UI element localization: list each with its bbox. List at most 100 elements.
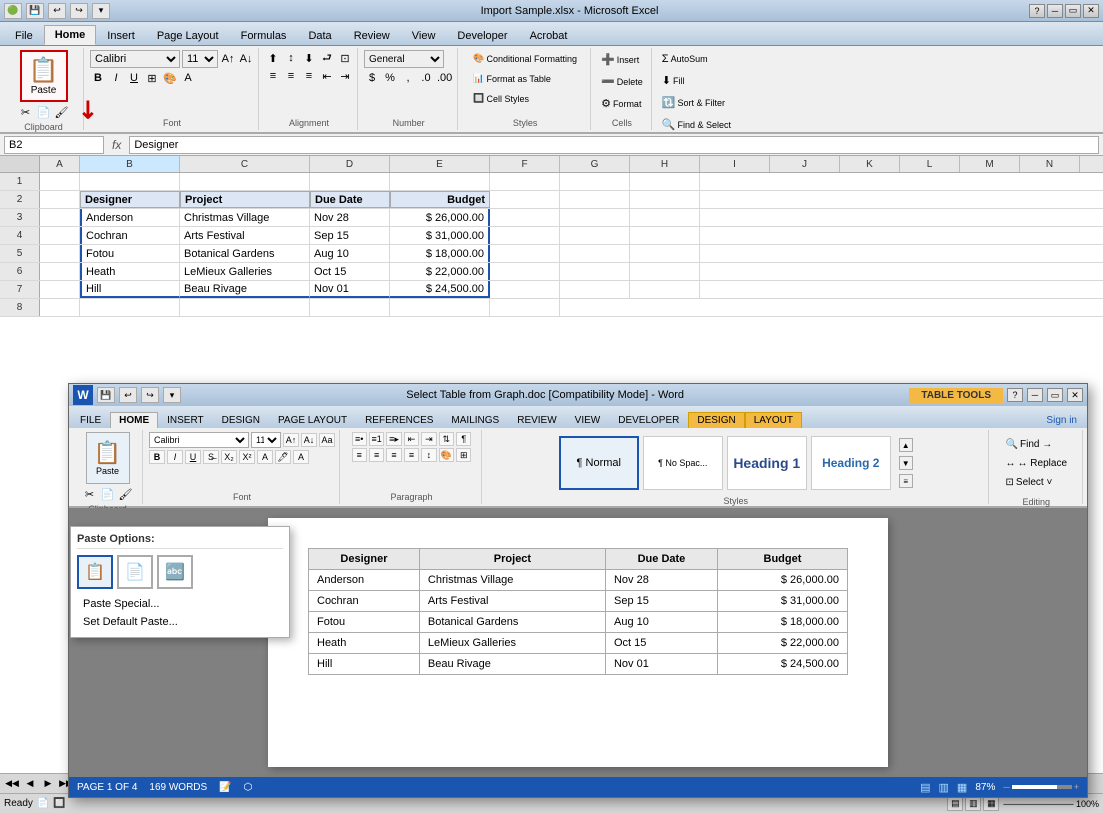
excel-find-select-btn[interactable]: 🔍 Find & Select <box>658 115 735 134</box>
excel-cell-d7[interactable]: Nov 01 <box>310 281 390 298</box>
word-italic-btn[interactable]: I <box>167 450 183 464</box>
excel-col-h-header[interactable]: H <box>630 156 700 172</box>
excel-cell-g1[interactable] <box>560 173 630 190</box>
excel-col-k-header[interactable]: K <box>840 156 900 172</box>
excel-minimize-btn[interactable]: ─ <box>1047 4 1063 18</box>
excel-cell-f1[interactable] <box>490 173 560 190</box>
word-align-left-btn[interactable]: ≡ <box>352 448 367 462</box>
word-tab-design2[interactable]: DESIGN <box>688 412 744 428</box>
excel-col-l-header[interactable]: L <box>900 156 960 172</box>
excel-tab-review[interactable]: Review <box>343 26 401 45</box>
word-tab-insert[interactable]: INSERT <box>158 412 213 428</box>
excel-cell-e8[interactable] <box>390 299 490 316</box>
excel-cell-h3[interactable] <box>630 209 700 226</box>
excel-font-select[interactable]: Calibri <box>90 50 180 68</box>
excel-cell-e6[interactable]: $ 22,000.00 <box>390 263 490 280</box>
excel-cell-e4[interactable]: $ 31,000.00 <box>390 227 490 244</box>
word-tab-design[interactable]: DESIGN <box>213 412 269 428</box>
excel-col-j-header[interactable]: J <box>770 156 840 172</box>
excel-redo-btn[interactable]: ↪ <box>70 3 88 19</box>
excel-tab-formulas[interactable]: Formulas <box>230 26 298 45</box>
excel-cell-d8[interactable] <box>310 299 390 316</box>
excel-cell-g2[interactable] <box>560 191 630 208</box>
word-zoom-slider[interactable]: ─ + <box>1003 782 1079 792</box>
excel-insert-btn[interactable]: ➕ Insert <box>597 50 647 69</box>
excel-fontsize-select[interactable]: 11 <box>182 50 218 68</box>
excel-fill-btn[interactable]: ⬇ Fill <box>658 71 735 90</box>
excel-dollar-btn[interactable]: $ <box>364 70 380 86</box>
excel-cell-e5[interactable]: $ 18,000.00 <box>390 245 490 262</box>
word-replace-btn[interactable]: ↔ ↔ Replace <box>999 455 1074 472</box>
excel-cell-h5[interactable] <box>630 245 700 262</box>
excel-cell-g3[interactable] <box>560 209 630 226</box>
excel-tab-pagelayout[interactable]: Page Layout <box>146 26 230 45</box>
excel-cell-f2[interactable] <box>490 191 560 208</box>
excel-col-i-header[interactable]: I <box>700 156 770 172</box>
excel-restore-btn[interactable]: ▭ <box>1065 4 1081 18</box>
word-zoom-bar[interactable] <box>1012 785 1072 789</box>
excel-help-btn[interactable]: ? <box>1029 4 1045 18</box>
excel-cell-c5[interactable]: Botanical Gardens <box>180 245 310 262</box>
excel-cell-a2[interactable] <box>40 191 80 208</box>
word-copy-btn[interactable]: 📄 <box>100 486 116 502</box>
excel-cell-a7[interactable] <box>40 281 80 298</box>
excel-copy-btn[interactable]: 📄 <box>36 104 52 120</box>
excel-cell-b8[interactable] <box>80 299 180 316</box>
word-find-btn[interactable]: 🔍 Find → <box>999 436 1074 453</box>
word-style-h2[interactable]: Heading 2 <box>811 436 891 490</box>
word-select-btn[interactable]: ⊡ Select ˅ <box>999 474 1074 491</box>
excel-col-c-header[interactable]: C <box>180 156 310 172</box>
excel-cell-c1[interactable] <box>180 173 310 190</box>
word-tab-mailings[interactable]: MAILINGS <box>442 412 508 428</box>
excel-cell-c6[interactable]: LeMieux Galleries <box>180 263 310 280</box>
word-bullets-btn[interactable]: ≡• <box>352 432 367 446</box>
excel-cell-d2[interactable]: Due Date <box>310 191 390 208</box>
word-zoom-plus[interactable]: + <box>1074 782 1079 792</box>
excel-indent-inc-btn[interactable]: ⇥ <box>337 68 353 84</box>
paste-merge-formatting-btn[interactable]: 📄 <box>117 555 153 589</box>
excel-col-b-header[interactable]: B <box>80 156 180 172</box>
excel-cell-a6[interactable] <box>40 263 80 280</box>
excel-customize-btn[interactable]: ▾ <box>92 3 110 19</box>
excel-layout-view-btn[interactable]: ▥ <box>965 797 981 811</box>
excel-tab-view[interactable]: View <box>401 26 447 45</box>
word-save-btn[interactable]: 💾 <box>97 387 115 403</box>
word-style-no-spacing[interactable]: ¶ No Spac... <box>643 436 723 490</box>
excel-tab-insert[interactable]: Insert <box>96 26 146 45</box>
word-decrease-indent-btn[interactable]: ⇤ <box>404 432 419 446</box>
word-help-btn[interactable]: ? <box>1007 388 1023 402</box>
excel-tab-home[interactable]: Home <box>44 25 97 45</box>
word-styles-scroll-down[interactable]: ▼ <box>899 456 913 470</box>
word-shading-btn[interactable]: 🎨 <box>439 448 454 462</box>
word-fontsize-select[interactable]: 11 <box>251 432 281 448</box>
excel-cell-g7[interactable] <box>560 281 630 298</box>
word-superscript-btn[interactable]: X² <box>239 450 255 464</box>
excel-delete-btn[interactable]: ➖ Delete <box>597 72 647 91</box>
excel-cell-g6[interactable] <box>560 263 630 280</box>
excel-percent-btn[interactable]: % <box>382 70 398 86</box>
word-tab-pagelayout[interactable]: PAGE LAYOUT <box>269 412 356 428</box>
excel-underline-btn[interactable]: U <box>126 70 142 86</box>
excel-align-top-btn[interactable]: ⬆ <box>265 50 281 66</box>
excel-increase-font-btn[interactable]: A↑ <box>220 51 236 67</box>
word-font-color-btn[interactable]: A <box>293 450 309 464</box>
word-subscript-btn[interactable]: X₂ <box>221 450 237 464</box>
excel-format-btn[interactable]: ⚙ Format <box>597 94 647 113</box>
excel-number-format-select[interactable]: General <box>364 50 444 68</box>
excel-cell-h1[interactable] <box>630 173 700 190</box>
excel-col-e-header[interactable]: E <box>390 156 490 172</box>
excel-cell-h2[interactable] <box>630 191 700 208</box>
word-align-right-btn[interactable]: ≡ <box>386 448 401 462</box>
excel-save-btn[interactable]: 💾 <box>26 3 44 19</box>
word-bold-btn[interactable]: B <box>149 450 165 464</box>
excel-cell-styles-btn[interactable]: 🔲 Cell Styles <box>468 90 582 107</box>
excel-dec-decrease-btn[interactable]: .00 <box>436 70 453 86</box>
excel-cell-h4[interactable] <box>630 227 700 244</box>
excel-cell-b2[interactable]: Designer <box>80 191 180 208</box>
excel-border-btn[interactable]: ⊞ <box>144 70 160 86</box>
excel-col-d-header[interactable]: D <box>310 156 390 172</box>
excel-paste-btn[interactable]: 📋 Paste <box>20 50 68 102</box>
excel-align-left-btn[interactable]: ≡ <box>265 68 281 84</box>
excel-cell-g4[interactable] <box>560 227 630 244</box>
word-close-btn[interactable]: ✕ <box>1067 388 1083 402</box>
